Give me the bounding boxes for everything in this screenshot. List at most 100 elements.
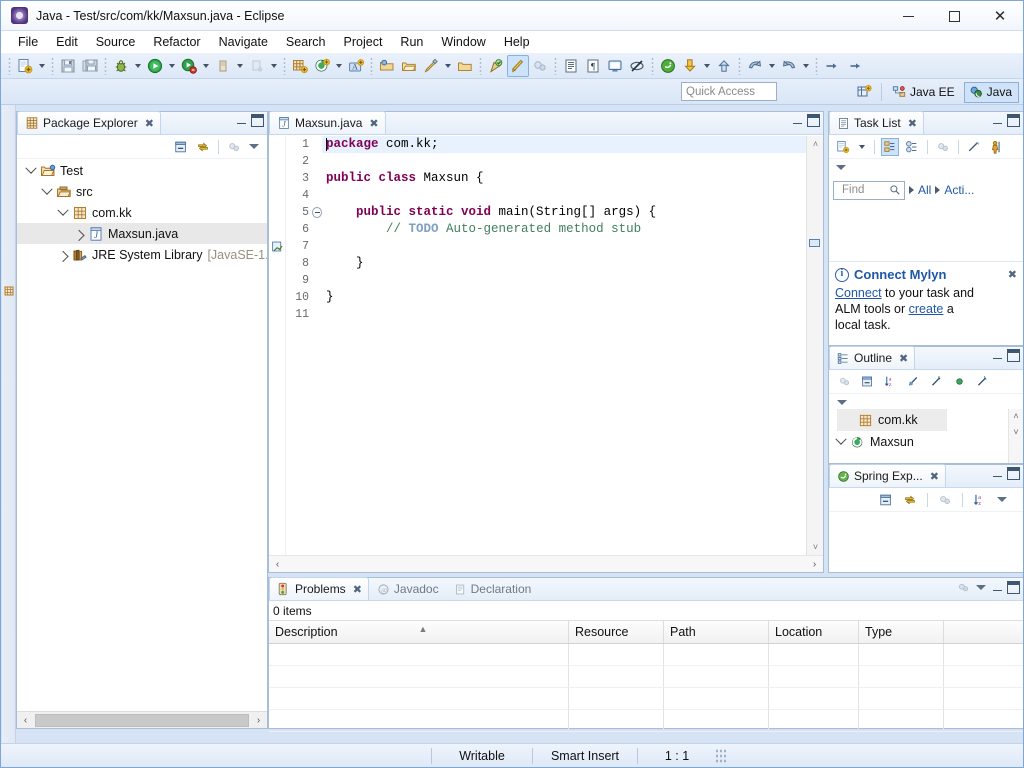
code-line[interactable] <box>322 238 806 255</box>
menu-search[interactable]: Search <box>277 33 335 51</box>
mylyn-connect-link[interactable]: Connect <box>835 286 882 300</box>
run-external-tools-dropdown[interactable] <box>200 55 212 77</box>
open-perspective-icon[interactable] <box>852 82 876 103</box>
scroll-down-icon[interactable]: ˅ <box>807 539 824 555</box>
toolbar-grip[interactable] <box>651 56 654 75</box>
filter-active[interactable]: Acti... <box>944 183 974 197</box>
back-icon[interactable] <box>744 55 766 77</box>
close-icon[interactable]: ✖ <box>930 470 939 483</box>
outline-item-maxsun[interactable]: Maxsun <box>829 431 1023 453</box>
outline-tree[interactable]: com.kk Maxsun <box>829 409 1023 463</box>
sort-alphabetically-icon[interactable]: az <box>881 373 899 391</box>
left-minimized-bar[interactable] <box>2 105 16 743</box>
code-line[interactable]: // TODO Auto-generated method stub <box>322 221 806 238</box>
minimize-view-button[interactable] <box>991 349 1004 362</box>
quick-fix-dropdown[interactable] <box>442 55 454 77</box>
quick-access-input[interactable]: Quick Access <box>681 82 777 101</box>
tab-task-list[interactable]: Task List ✖ <box>829 111 924 134</box>
collapse-all-icon[interactable] <box>877 491 895 509</box>
outline-item-com-kk[interactable]: com.kk <box>837 409 947 431</box>
scroll-down-icon[interactable]: ˅ <box>1009 421 1023 437</box>
twisty-icon[interactable] <box>39 184 55 200</box>
toggle-ruler-icon[interactable] <box>626 55 648 77</box>
close-button[interactable]: ✕ <box>977 1 1023 31</box>
column-header-description[interactable]: Description ▲ <box>269 621 569 643</box>
tab-problems[interactable]: Problems ✖ <box>269 577 369 600</box>
skip-breakpoints-icon[interactable] <box>246 55 268 77</box>
new-java-package-icon[interactable] <box>289 55 311 77</box>
table-row[interactable] <box>269 710 1023 732</box>
forward-icon[interactable] <box>778 55 800 77</box>
minimize-button[interactable] <box>885 1 931 31</box>
scroll-right-icon[interactable]: › <box>806 556 823 572</box>
search-input[interactable]: Find <box>833 180 905 200</box>
code-line[interactable]: public class Maxsun { <box>322 170 806 187</box>
problems-rows[interactable] <box>269 644 1023 732</box>
fold-overview-marker[interactable] <box>806 236 823 250</box>
code-line[interactable]: package com.kk; <box>322 136 806 153</box>
sort-alphabetically-icon[interactable]: az <box>971 491 989 509</box>
open-type-icon[interactable] <box>376 55 398 77</box>
link-with-editor-icon[interactable] <box>529 55 551 77</box>
open-resource-icon[interactable] <box>454 55 476 77</box>
new-wizard-icon[interactable] <box>14 55 36 77</box>
perspective-java-ee[interactable]: Java EE <box>887 82 962 103</box>
maximize-button[interactable] <box>931 1 977 31</box>
table-row[interactable] <box>269 666 1023 688</box>
minimize-view-button[interactable] <box>235 114 248 127</box>
status-resize-grip[interactable] <box>716 747 726 764</box>
toolbar-grip[interactable] <box>554 56 557 75</box>
skip-breakpoints-dropdown[interactable] <box>268 55 280 77</box>
code-line[interactable] <box>322 272 806 289</box>
toolbar-grip[interactable] <box>370 56 373 75</box>
column-header-path[interactable]: Path <box>664 621 769 643</box>
tree-item-com-kk[interactable]: com.kk <box>17 202 267 223</box>
twisty-icon[interactable] <box>833 434 849 450</box>
menu-project[interactable]: Project <box>335 33 392 51</box>
scroll-up-icon[interactable]: ˄ <box>807 136 824 152</box>
link-with-editor-icon[interactable] <box>901 491 919 509</box>
scroll-left-icon[interactable]: ‹ <box>17 712 34 728</box>
link-with-editor-icon[interactable] <box>194 138 212 156</box>
search-icon[interactable] <box>485 55 507 77</box>
triangle-right-icon[interactable] <box>935 186 941 194</box>
close-icon[interactable]: ✖ <box>369 117 378 130</box>
scroll-up-icon[interactable]: ˄ <box>1009 409 1023 421</box>
run-external-tools-icon[interactable] <box>178 55 200 77</box>
close-icon[interactable]: ✖ <box>908 117 917 130</box>
tab-javadoc[interactable]: @ Javadoc <box>369 577 446 600</box>
download-sources-dropdown[interactable] <box>701 55 713 77</box>
twisty-icon[interactable] <box>71 226 87 242</box>
maximize-view-button[interactable] <box>1007 581 1020 594</box>
code-line[interactable]: } <box>322 255 806 272</box>
forward-dropdown[interactable] <box>800 55 812 77</box>
run-dropdown[interactable] <box>166 55 178 77</box>
menu-navigate[interactable]: Navigate <box>210 33 277 51</box>
scheduled-presentation-icon[interactable] <box>903 138 921 156</box>
tree-item-jre-system-library[interactable]: JRE System Library [JavaSE-1.8] <box>17 244 267 265</box>
hide-fields-icon[interactable] <box>904 373 922 391</box>
tab-outline[interactable]: Outline ✖ <box>829 346 916 369</box>
code-line[interactable] <box>322 187 806 204</box>
triangle-right-icon[interactable] <box>909 186 914 194</box>
code-line[interactable] <box>322 153 806 170</box>
menu-help[interactable]: Help <box>495 33 539 51</box>
focus-on-active-task-icon[interactable] <box>835 373 853 391</box>
tab-spring-explorer[interactable]: Spring Exp... ✖ <box>829 464 946 487</box>
new-task-icon[interactable] <box>834 138 852 156</box>
menu-refactor[interactable]: Refactor <box>144 33 209 51</box>
menu-edit[interactable]: Edit <box>47 33 87 51</box>
previous-edit-icon[interactable] <box>821 55 843 77</box>
package-explorer-tree[interactable]: Test src com.kk J Maxsun.java JRE System… <box>17 160 267 710</box>
debug-icon[interactable] <box>110 55 132 77</box>
new-wizard-dropdown[interactable] <box>36 55 48 77</box>
toggle-mark-occurrences-icon[interactable] <box>507 54 529 77</box>
menu-run[interactable]: Run <box>391 33 432 51</box>
view-menu-icon[interactable] <box>974 581 988 595</box>
next-annotation-icon[interactable] <box>560 55 582 77</box>
coverage-icon[interactable] <box>212 55 234 77</box>
new-java-class-dropdown[interactable] <box>333 55 345 77</box>
tab-package-explorer[interactable]: Package Explorer ✖ <box>17 111 161 134</box>
column-header-location[interactable]: Location <box>769 621 859 643</box>
close-icon[interactable]: ✖ <box>145 117 154 130</box>
